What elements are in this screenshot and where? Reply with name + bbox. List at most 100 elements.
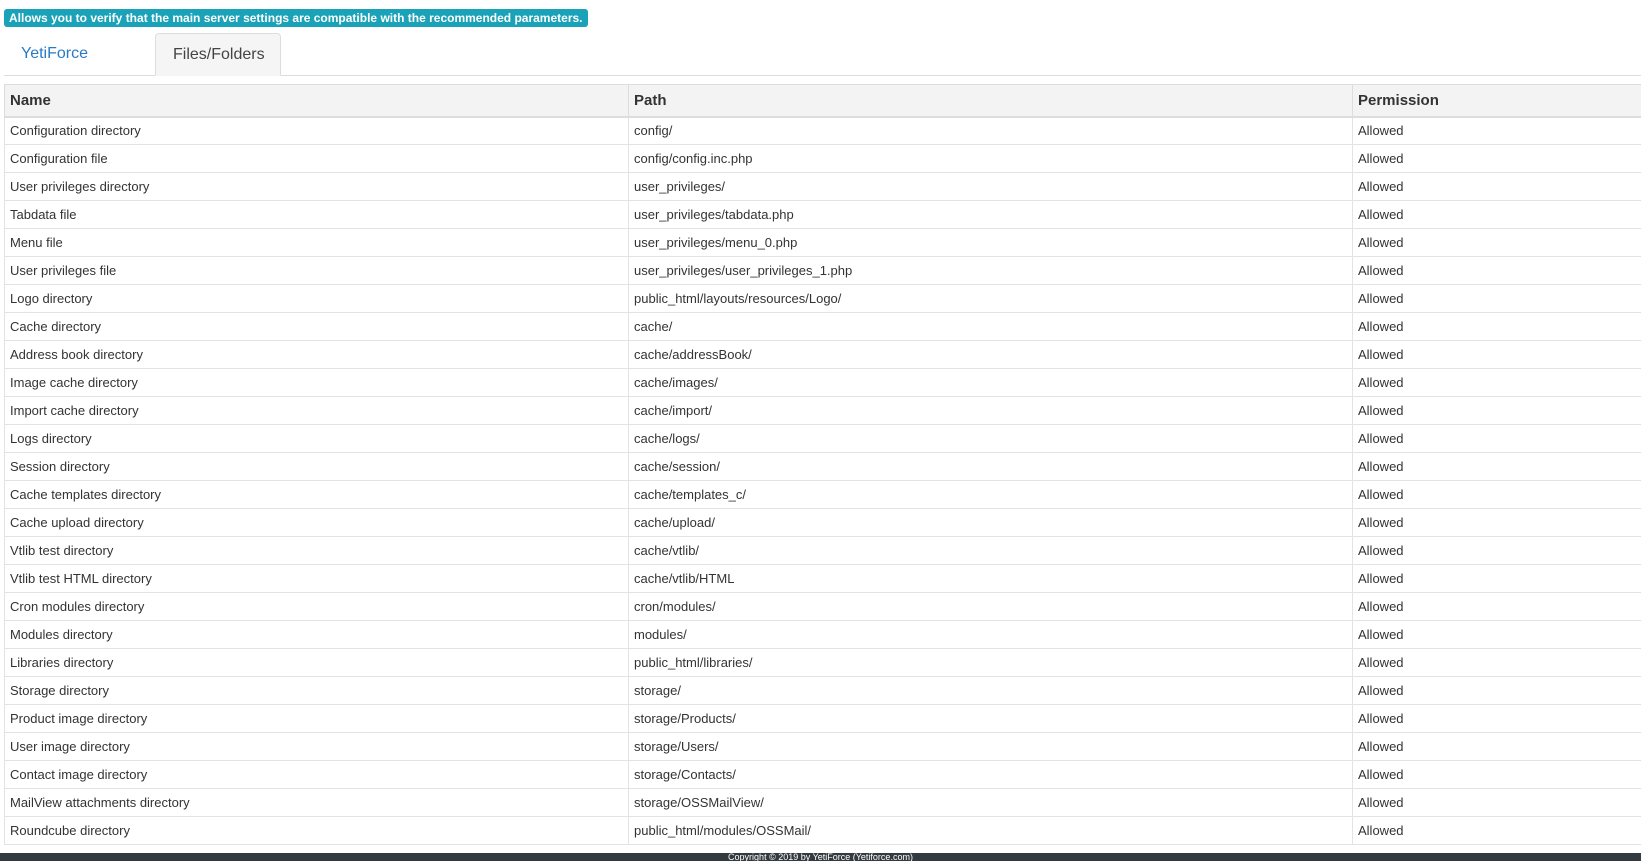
cell-name: Address book directory	[4, 340, 629, 369]
cell-name: Cache templates directory	[4, 480, 629, 509]
table-row: Configuration file config/config.inc.php A…	[4, 144, 1641, 173]
table-row: Vtlib test HTML directory cache/vtlib/HTM…	[4, 564, 1641, 593]
cell-path: user_privileges/	[628, 172, 1353, 201]
cell-name: Roundcube directory	[4, 816, 629, 845]
table-row: Session directory cache/session/Allowed	[4, 452, 1641, 481]
permissions-table: Name Path Permission Configuration direc…	[4, 84, 1641, 845]
cell-permission: Allowed	[1352, 368, 1641, 397]
cell-permission: Allowed	[1352, 620, 1641, 649]
cell-name: Session directory	[4, 452, 629, 481]
cell-permission: Allowed	[1352, 312, 1641, 341]
cell-permission: Allowed	[1352, 396, 1641, 425]
table-row: Storage directory storage/Allowed	[4, 676, 1641, 705]
cell-permission: Allowed	[1352, 340, 1641, 369]
cell-name: Cache directory	[4, 312, 629, 341]
cell-name: Cache upload directory	[4, 508, 629, 537]
cell-path: public_html/modules/OSSMail/	[628, 816, 1353, 845]
table-row: User image directory storage/Users/Allowe…	[4, 732, 1641, 761]
cell-path: storage/Users/	[628, 732, 1353, 761]
cell-name: Menu file	[4, 228, 629, 257]
table-row: Tabdata file user_privileges/tabdata.php A…	[4, 200, 1641, 229]
cell-path: cache/vtlib/HTML	[628, 564, 1353, 593]
tab-yetiforce-engine[interactable]: YetiForce Engine	[4, 33, 155, 104]
cell-permission: Allowed	[1352, 256, 1641, 285]
cell-path: public_html/libraries/	[628, 648, 1353, 677]
cell-permission: Allowed	[1352, 676, 1641, 705]
table-row: Vtlib test directory cache/vtlib/Allowed	[4, 536, 1641, 565]
cell-path: modules/	[628, 620, 1353, 649]
cell-path: config/	[628, 116, 1353, 145]
cell-permission: Allowed	[1352, 116, 1641, 145]
table-row: Cache upload directory cache/upload/Allow…	[4, 508, 1641, 537]
cell-name: User privileges directory	[4, 172, 629, 201]
cell-path: cache/	[628, 312, 1353, 341]
table-row: Import cache directory cache/import/Allow…	[4, 396, 1641, 425]
cell-path: cache/import/	[628, 396, 1353, 425]
cell-permission: Allowed	[1352, 200, 1641, 229]
cell-name: Product image directory	[4, 704, 629, 733]
cell-path: cron/modules/	[628, 592, 1353, 621]
cell-permission: Allowed	[1352, 144, 1641, 173]
cell-path: cache/vtlib/	[628, 536, 1353, 565]
cell-permission: Allowed	[1352, 452, 1641, 481]
column-header-permission: Permission	[1352, 84, 1641, 118]
cell-permission: Allowed	[1352, 508, 1641, 537]
cell-path: config/config.inc.php	[628, 144, 1353, 173]
cell-path: cache/session/	[628, 452, 1353, 481]
cell-permission: Allowed	[1352, 732, 1641, 761]
cell-path: storage/Contacts/	[628, 760, 1353, 789]
cell-permission: Allowed	[1352, 228, 1641, 257]
cell-path: public_html/layouts/resources/Logo/	[628, 284, 1353, 313]
cell-name: User image directory	[4, 732, 629, 761]
cell-path: cache/images/	[628, 368, 1353, 397]
cell-permission: Allowed	[1352, 788, 1641, 817]
cell-permission: Allowed	[1352, 760, 1641, 789]
table-row: Libraries directory public_html/libraries…	[4, 648, 1641, 677]
table-row: MailView attachments directory storage/OS…	[4, 788, 1641, 817]
cell-path: user_privileges/user_privileges_1.php	[628, 256, 1353, 285]
table-header-row: Name Path Permission	[4, 84, 1641, 118]
cell-permission: Allowed	[1352, 536, 1641, 565]
table-body: Configuration directory config/Allowed Con…	[4, 116, 1641, 845]
cell-name: Logs directory	[4, 424, 629, 453]
cell-name: Image cache directory	[4, 368, 629, 397]
table-row: Modules directory modules/Allowed	[4, 620, 1641, 649]
cell-permission: Allowed	[1352, 172, 1641, 201]
cell-name: Storage directory	[4, 676, 629, 705]
cell-permission: Allowed	[1352, 480, 1641, 509]
cell-name: Vtlib test HTML directory	[4, 564, 629, 593]
table-row: User privileges directory user_privileges…	[4, 172, 1641, 201]
cell-permission: Allowed	[1352, 816, 1641, 845]
table-row: User privileges file user_privileges/user…	[4, 256, 1641, 285]
cell-name: User privileges file	[4, 256, 629, 285]
cell-path: user_privileges/tabdata.php	[628, 200, 1353, 229]
table-row: Configuration directory config/Allowed	[4, 116, 1641, 145]
column-header-path: Path	[628, 84, 1353, 118]
cell-path: cache/templates_c/	[628, 480, 1353, 509]
cell-path: storage/OSSMailView/	[628, 788, 1353, 817]
cell-name: Configuration directory	[4, 116, 629, 145]
table-row: Logs directory cache/logs/Allowed	[4, 424, 1641, 453]
cell-permission: Allowed	[1352, 704, 1641, 733]
tab-bar: YetiForce Engine Files/Folders	[4, 33, 1641, 104]
column-header-name: Name	[4, 84, 629, 118]
cell-name: Modules directory	[4, 620, 629, 649]
cell-permission: Allowed	[1352, 648, 1641, 677]
cell-path: user_privileges/menu_0.php	[628, 228, 1353, 257]
tab-files-folders[interactable]: Files/Folders	[155, 33, 281, 76]
cell-name: MailView attachments directory	[4, 788, 629, 817]
cell-path: storage/	[628, 676, 1353, 705]
table-row: Address book directory cache/addressBook/…	[4, 340, 1641, 369]
cell-path: storage/Products/	[628, 704, 1353, 733]
cell-permission: Allowed	[1352, 284, 1641, 313]
table-row: Image cache directory cache/images/Allowe…	[4, 368, 1641, 397]
cell-name: Cron modules directory	[4, 592, 629, 621]
cell-name: Logo directory	[4, 284, 629, 313]
cell-name: Tabdata file	[4, 200, 629, 229]
cell-path: cache/upload/	[628, 508, 1353, 537]
table-row: Cron modules directory cron/modules/Allow…	[4, 592, 1641, 621]
table-row: Product image directory storage/Products/…	[4, 704, 1641, 733]
cell-permission: Allowed	[1352, 592, 1641, 621]
table-row: Menu file user_privileges/menu_0.php Allow…	[4, 228, 1641, 257]
cell-name: Contact image directory	[4, 760, 629, 789]
